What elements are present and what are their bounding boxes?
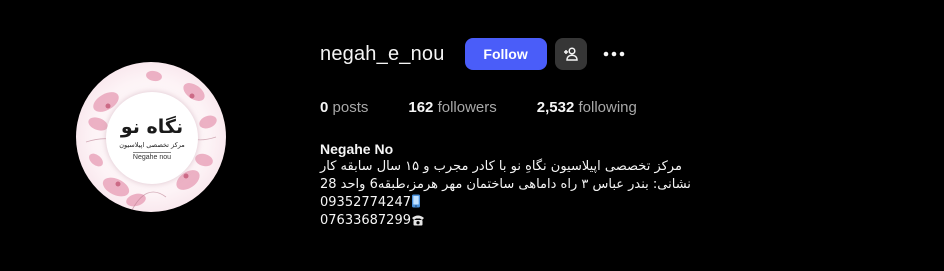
following-count: 2,532 [536,99,575,116]
logo-subtitle: مرکز تخصصی اپیلاسیون [119,140,185,149]
follow-button[interactable]: Follow [464,38,547,70]
suggested-accounts-button[interactable] [554,38,587,70]
more-horizontal-icon [603,51,624,57]
avatar-image: نگاه نو مرکز تخصصی اپیلاسیون Negahe nou [76,62,226,212]
bio-description: مرکز تخصصی اپیلاسیون نگاهِ نو با کادر مج… [320,159,682,174]
mobile-phone-icon [411,194,420,208]
followers-count: 162 [408,99,434,116]
logo-latin-name: Negahe nou [132,151,172,161]
bio-phone-line: 07633687299 [320,212,740,230]
person-add-icon [563,47,578,61]
logo-title: نگاه نو [120,115,184,138]
posts-label: posts [332,99,369,116]
followers-label: followers [437,99,497,116]
following-stat[interactable]: 2,532 following [537,99,637,116]
profile-stats: 0 posts 162 followers 2,532 following [320,99,677,116]
more-options-button[interactable] [601,38,627,70]
telephone-icon [411,215,424,226]
bio-phone-number: 07633687299 [320,213,411,228]
bio-mobile-number: 09352774247 [320,195,411,210]
profile-bio: Negahe No مرکز تخصصی اپیلاسیون نگاهِ نو … [320,140,740,230]
logo-badge: نگاه نو مرکز تخصصی اپیلاسیون Negahe nou [106,92,198,184]
posts-count: 0 [320,99,329,116]
profile-header: negah_e_nou Follow [320,38,627,70]
following-label: following [578,99,637,116]
bio-address: نشانی: بندر عباس ۳ راه داماهی ساختمان مه… [320,177,691,192]
bio-mobile-line: 09352774247 [320,194,740,212]
username: negah_e_nou [320,42,445,65]
posts-stat: 0 posts [320,99,368,116]
profile-avatar[interactable]: نگاه نو مرکز تخصصی اپیلاسیون Negahe nou [76,62,226,212]
followers-stat[interactable]: 162 followers [408,99,496,116]
bio-display-name: Negahe No [320,141,394,157]
